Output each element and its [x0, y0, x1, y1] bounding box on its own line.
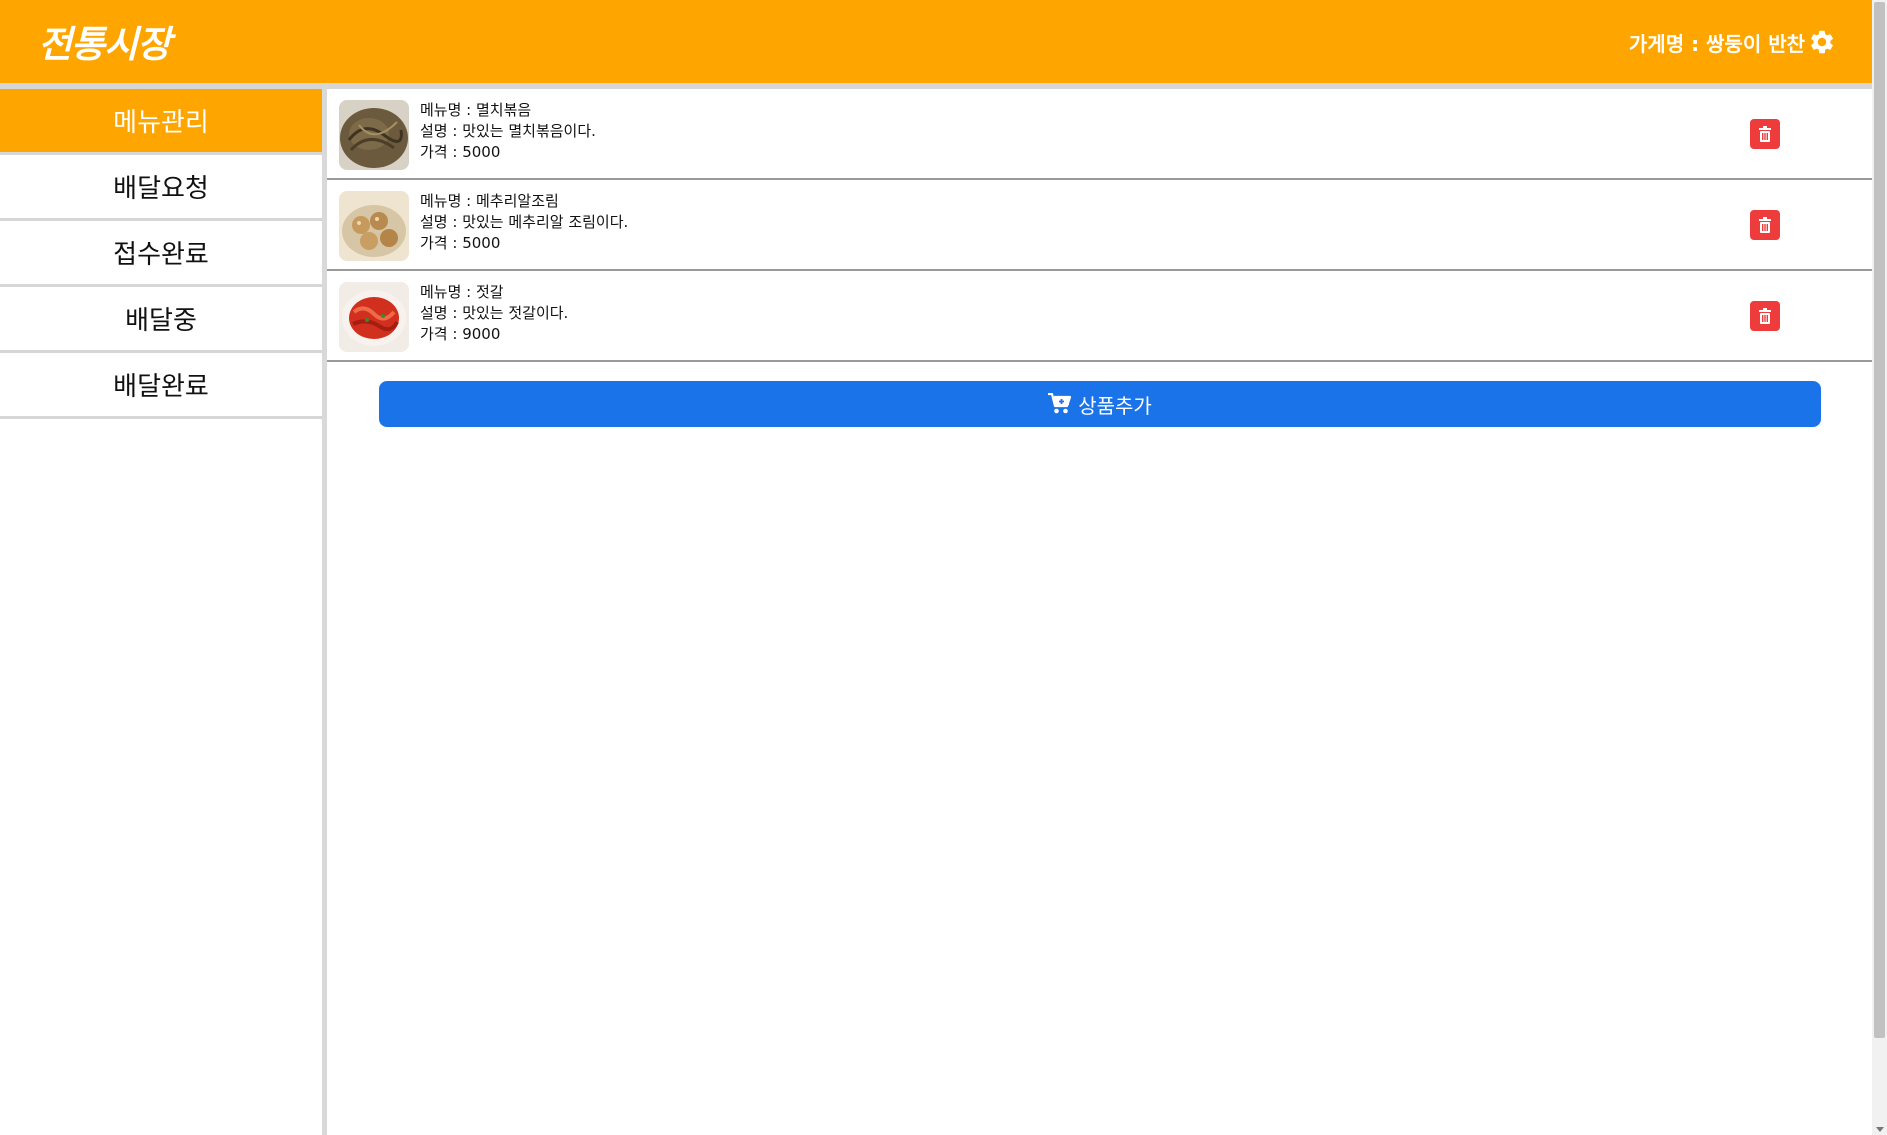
menu-item-price: 가격 : 9000: [420, 325, 501, 343]
menu-item: 메뉴명 : 멸치볶음 설명 : 맛있는 멸치볶음이다. 가격 : 5000: [327, 89, 1872, 180]
menu-item-name: 메뉴명 : 메추리알조림: [420, 192, 559, 210]
menu-item-name: 메뉴명 : 젓갈: [420, 283, 504, 301]
menu-item-description: 설명 : 맛있는 젓갈이다.: [420, 304, 569, 322]
menu-item-image: [339, 100, 409, 170]
vertical-scrollbar[interactable]: [1872, 0, 1887, 1135]
gear-icon[interactable]: [1808, 28, 1836, 56]
menu-item-info: 메뉴명 : 젓갈 설명 : 맛있는 젓갈이다. 가격 : 9000: [420, 282, 568, 345]
menu-item: 메뉴명 : 젓갈 설명 : 맛있는 젓갈이다. 가격 : 9000: [327, 271, 1872, 362]
sidebar-item-delivery-request[interactable]: 배달요청: [0, 155, 322, 221]
menu-item: 메뉴명 : 메추리알조림 설명 : 맛있는 메추리알 조림이다. 가격 : 50…: [327, 180, 1872, 271]
menu-list-panel: 메뉴명 : 멸치볶음 설명 : 맛있는 멸치볶음이다. 가격 : 5000 메뉴…: [327, 83, 1872, 1135]
menu-item-info: 메뉴명 : 멸치볶음 설명 : 맛있는 멸치볶음이다. 가격 : 5000: [420, 100, 596, 163]
delete-button[interactable]: [1750, 210, 1780, 240]
trash-icon: [1759, 308, 1771, 324]
sidebar-item-delivery-complete[interactable]: 배달완료: [0, 353, 322, 419]
sidebar-item-delivering[interactable]: 배달중: [0, 287, 322, 353]
sidebar-item-order-accepted[interactable]: 접수완료: [0, 221, 322, 287]
delete-button[interactable]: [1750, 119, 1780, 149]
menu-item-description: 설명 : 맛있는 메추리알 조림이다.: [420, 213, 629, 231]
menu-item-info: 메뉴명 : 메추리알조림 설명 : 맛있는 메추리알 조림이다. 가격 : 50…: [420, 191, 628, 254]
trash-icon: [1759, 217, 1771, 233]
cart-plus-icon: [1048, 393, 1072, 414]
app-header: 전통시장 가게명 : 쌍둥이 반찬: [0, 0, 1872, 83]
store-name: 가게명 : 쌍둥이 반찬: [1628, 32, 1805, 56]
sidebar-item-menu-management[interactable]: 메뉴관리: [0, 89, 322, 155]
sidebar: 메뉴관리 배달요청 접수완료 배달중 배달완료: [0, 83, 327, 1135]
add-product-label: 상품추가: [1078, 393, 1152, 418]
menu-item-name: 메뉴명 : 멸치볶음: [420, 101, 532, 119]
menu-item-image: [339, 191, 409, 261]
menu-item-image: [339, 282, 409, 352]
menu-item-description: 설명 : 맛있는 멸치볶음이다.: [420, 122, 596, 140]
scroll-down-arrow-icon[interactable]: [1876, 1127, 1884, 1132]
trash-icon: [1759, 126, 1771, 142]
delete-button[interactable]: [1750, 301, 1780, 331]
add-product-button[interactable]: 상품추가: [379, 381, 1821, 427]
menu-item-price: 가격 : 5000: [420, 143, 501, 161]
menu-item-price: 가격 : 5000: [420, 234, 501, 252]
app-logo[interactable]: 전통시장: [38, 14, 171, 68]
scrollbar-thumb[interactable]: [1874, 2, 1885, 1038]
